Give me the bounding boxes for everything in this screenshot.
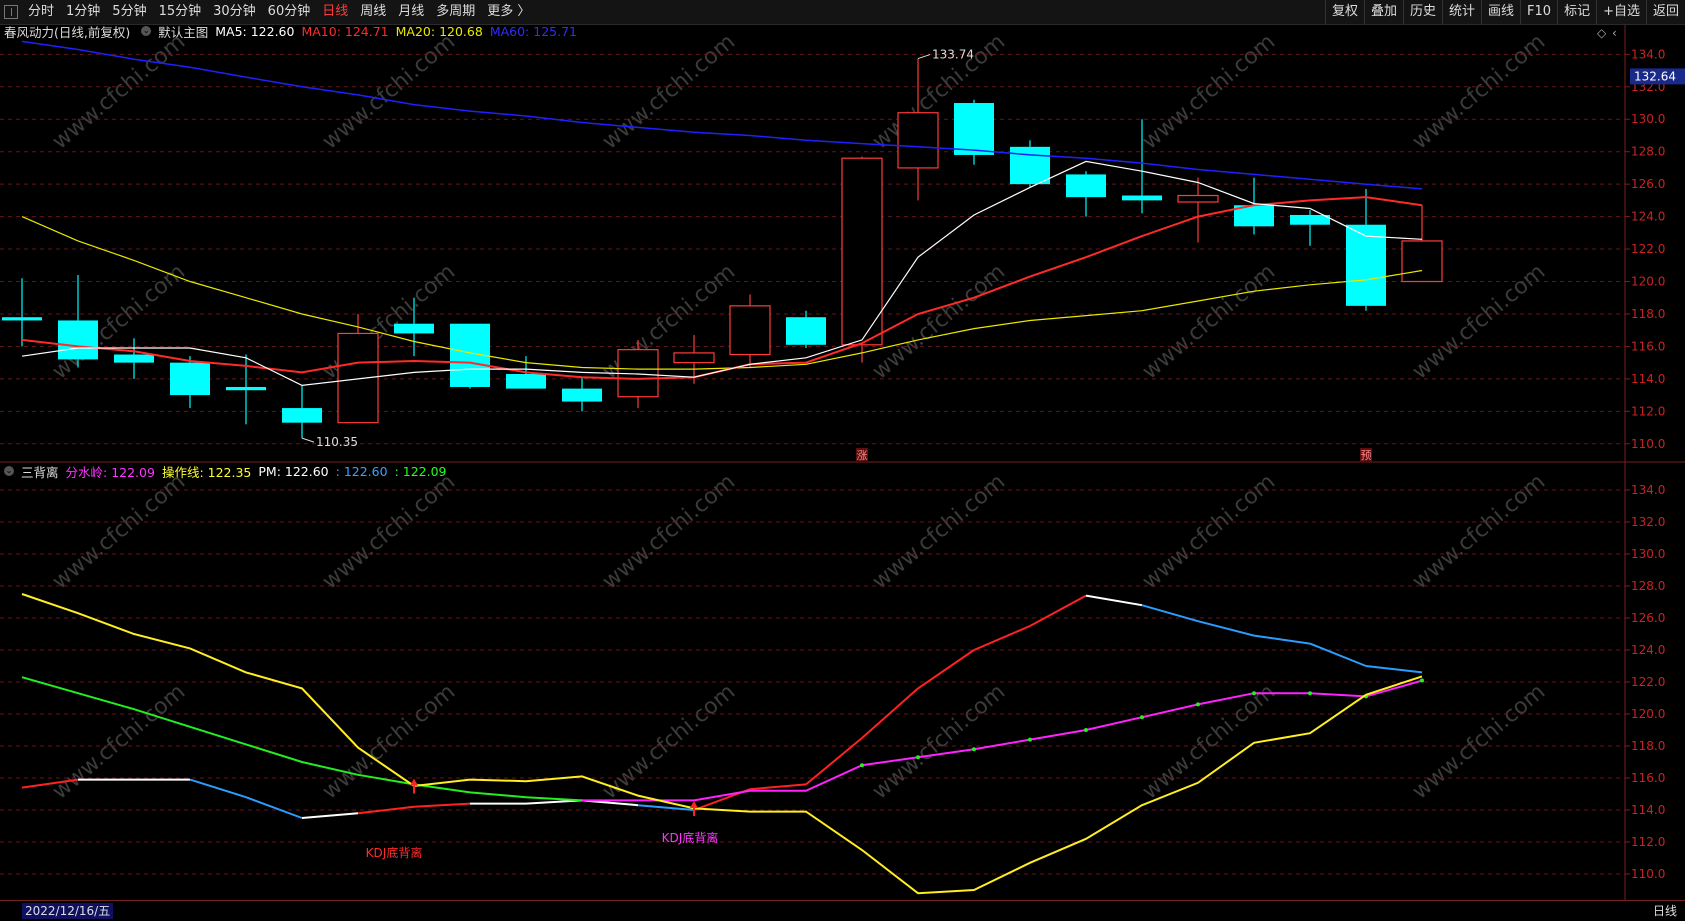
extreme-pointer-1 [301, 437, 315, 443]
pm-segment-16 [917, 649, 975, 690]
main-tick-label-8: 126.0 [1631, 177, 1665, 191]
signal-marker-2: 涨 [857, 449, 868, 462]
candle-body-1[interactable] [58, 320, 98, 360]
candle-body-12[interactable] [673, 352, 715, 364]
chevron-left-icon[interactable]: ‹ [1612, 26, 1617, 40]
sub-tick-label-4: 118.0 [1631, 739, 1665, 753]
candle-body-17[interactable] [954, 103, 994, 155]
candle-body-25[interactable] [1401, 240, 1443, 283]
sub-tick-label-12: 134.0 [1631, 483, 1665, 497]
pm-segment-4 [245, 796, 303, 819]
low-price-label: 110.35 [316, 435, 358, 449]
fsl-dot-18 [1028, 737, 1032, 742]
main-tick-label-9: 128.0 [1631, 145, 1665, 159]
sub-tick-label-2: 114.0 [1631, 803, 1665, 817]
period-indicator: 日线 [1652, 904, 1677, 918]
green-line [21, 676, 583, 802]
chart-area[interactable]: 110.0 112.0 114.0 116.0 118.0 120.0 122.0 124.0… [0, 0, 1685, 900]
candle-body-21[interactable] [1177, 194, 1219, 203]
candle-body-15[interactable] [841, 157, 883, 346]
candle-body-2[interactable] [114, 354, 154, 363]
candle-body-19[interactable] [1066, 174, 1106, 198]
main-tick-label-12: 134.0 [1631, 47, 1665, 61]
pm-segment-7 [413, 802, 471, 808]
ma10-line [21, 196, 1423, 380]
extreme-pointer-0 [917, 54, 931, 60]
candle-body-10[interactable] [562, 388, 602, 402]
sub-tick-label-0: 110.0 [1631, 867, 1665, 881]
sub-tick-label-11: 132.0 [1631, 515, 1665, 529]
pm-segment-15 [861, 687, 919, 739]
candle-body-13[interactable] [729, 305, 771, 356]
candle-body-18[interactable] [1010, 146, 1050, 185]
bottom-bar: 2022/12/16/五 日线 [0, 900, 1685, 921]
fsl-dot-16 [916, 755, 920, 760]
sub-tick-label-6: 122.0 [1631, 675, 1665, 689]
pm-segment-19 [1085, 594, 1143, 607]
candle-body-4[interactable] [226, 386, 266, 391]
candle-body-0[interactable] [2, 317, 42, 321]
pm-segment-23 [1309, 642, 1367, 667]
sub-tick-label-7: 124.0 [1631, 643, 1665, 657]
sub-tick-label-10: 130.0 [1631, 547, 1665, 561]
candle-body-6[interactable] [337, 332, 379, 424]
candle-body-16[interactable] [897, 112, 939, 169]
sub-tick-label-8: 126.0 [1631, 611, 1665, 625]
candle-body-14[interactable] [786, 317, 826, 345]
divergence-arrow-1 [690, 801, 698, 808]
fsl-dot-15 [860, 763, 864, 768]
divergence-label-0: KDJ底背离 [366, 845, 423, 860]
main-tick-label-10: 130.0 [1631, 112, 1665, 126]
pm-segment-24 [1365, 665, 1423, 674]
main-tick-label-7: 124.0 [1631, 210, 1665, 224]
czx-line [21, 593, 1423, 895]
pm-segment-18 [1029, 594, 1087, 627]
cursor-date: 2022/12/16/五 [22, 903, 114, 919]
pm-segment-21 [1197, 620, 1255, 637]
main-tick-label-1: 112.0 [1631, 404, 1665, 418]
divergence-arrow-0 [410, 778, 418, 786]
main-tick-label-6: 122.0 [1631, 242, 1665, 256]
fsl-dot-20 [1140, 715, 1144, 720]
candle-body-5[interactable] [282, 408, 322, 423]
candle-body-3[interactable] [170, 362, 210, 396]
main-tick-label-2: 114.0 [1631, 372, 1665, 386]
pm-segment-17 [973, 625, 1031, 651]
sub-tick-label-9: 128.0 [1631, 579, 1665, 593]
main-tick-label-4: 118.0 [1631, 307, 1665, 321]
pm-segment-22 [1253, 634, 1311, 645]
fsl-dot-19 [1084, 728, 1088, 732]
main-tick-label-3: 116.0 [1631, 339, 1665, 353]
pm-segment-20 [1141, 604, 1199, 623]
main-tick-label-5: 120.0 [1631, 275, 1665, 289]
pm-segment-13 [749, 783, 807, 791]
sub-tick-label-3: 116.0 [1631, 771, 1665, 785]
divergence-label-1: KDJ底背离 [662, 830, 719, 845]
diamond-icon[interactable]: ◇ [1597, 26, 1607, 40]
ma60-line [21, 40, 1423, 190]
pm-segment-5 [301, 812, 359, 819]
signal-marker-3: 预 [1361, 449, 1372, 462]
fsl-dot-22 [1252, 691, 1256, 696]
candle-body-23[interactable] [1290, 214, 1330, 225]
last-price-tag: 132.64 [1634, 69, 1676, 83]
fsl-dot-17 [972, 747, 976, 752]
pm-segment-6 [357, 805, 415, 815]
pm-segment-0 [21, 778, 79, 789]
pm-segment-3 [189, 778, 247, 799]
fsl-dot-21 [1196, 702, 1200, 707]
candle-body-7[interactable] [394, 323, 434, 334]
sub-tick-label-1: 112.0 [1631, 835, 1665, 849]
fsl-dot-23 [1308, 691, 1312, 696]
candle-body-20[interactable] [1122, 195, 1162, 201]
sub-tick-label-5: 120.0 [1631, 707, 1665, 721]
candle-body-9[interactable] [506, 374, 546, 389]
fsl-line [582, 679, 1423, 802]
fsl-dot-25 [1420, 678, 1424, 683]
main-tick-label-0: 110.0 [1631, 437, 1665, 451]
high-price-label: 133.74 [932, 48, 974, 62]
